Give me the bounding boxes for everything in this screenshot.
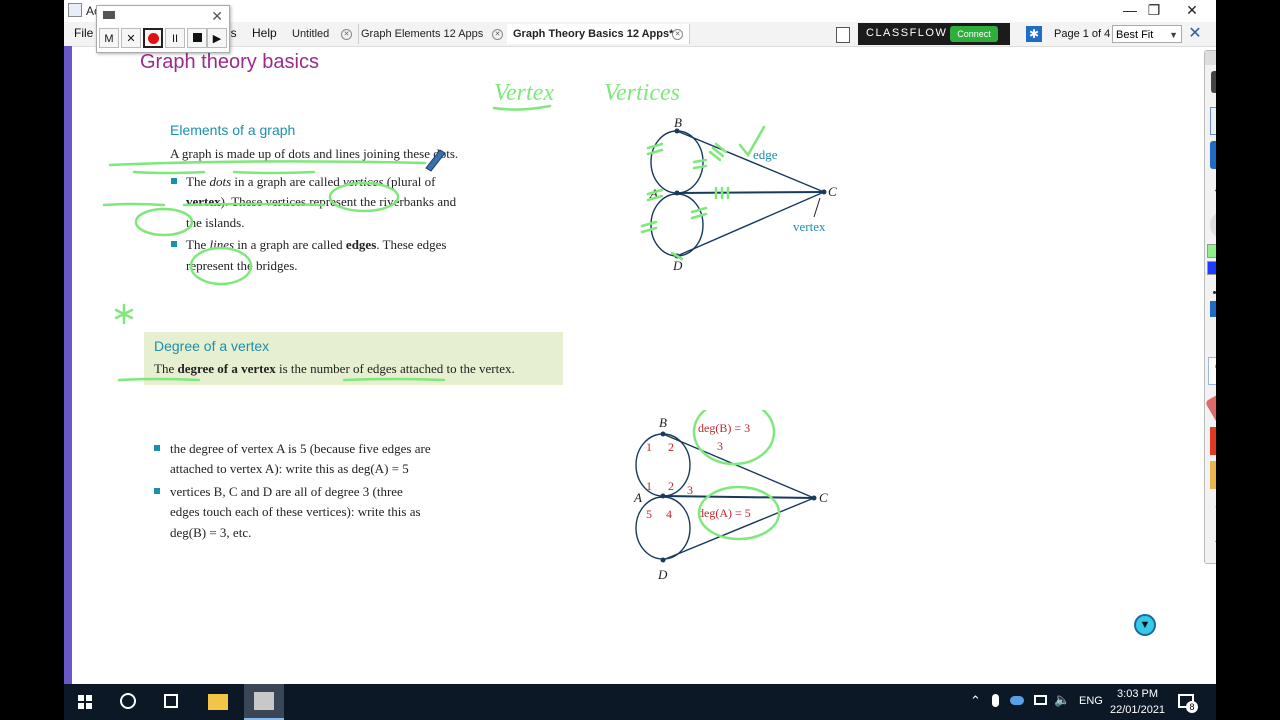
- select-arrow-icon[interactable]: ➤: [1210, 323, 1216, 351]
- undo-icon[interactable]: ↶: [1210, 529, 1216, 557]
- clock-time: 3:03 PM: [1117, 688, 1159, 700]
- recorder-close-button[interactable]: ✕: [211, 8, 223, 25]
- eraser-icon[interactable]: [1204, 387, 1216, 427]
- volume-icon[interactable]: 🔈: [1054, 692, 1070, 708]
- cloud-icon[interactable]: [1010, 696, 1024, 705]
- pen-size-small-icon[interactable]: [1213, 291, 1216, 294]
- screen-recorder-panel: ✕ M ✕ II ▶: [96, 5, 230, 53]
- color-blue-swatch[interactable]: [1207, 261, 1216, 275]
- language-indicator[interactable]: ENG: [1079, 695, 1103, 707]
- ink-annotations: Vertex Vertices: [102, 80, 680, 382]
- network-icon[interactable]: [1034, 695, 1047, 705]
- pause-button[interactable]: II: [165, 28, 185, 48]
- notification-count: 8: [1186, 701, 1198, 713]
- task-view-icon[interactable]: [164, 694, 178, 708]
- handwritten-word-1: Vertex: [494, 80, 554, 106]
- activinspire-taskbar-icon[interactable]: [244, 684, 284, 720]
- search-icon[interactable]: [120, 693, 136, 709]
- shape-icon[interactable]: [1210, 427, 1216, 455]
- stop-button[interactable]: [187, 28, 207, 48]
- record-icon: [147, 33, 159, 44]
- file-explorer-icon[interactable]: [208, 694, 228, 710]
- color-green-swatch[interactable]: [1207, 244, 1216, 258]
- expand-toolbox-icon[interactable]: ▼: [1134, 614, 1156, 636]
- recorder-camera-icon: [103, 11, 115, 19]
- microphone-icon[interactable]: [992, 694, 999, 707]
- handwriting-icon[interactable]: [1210, 141, 1216, 169]
- chevron-up-icon[interactable]: ⌃: [970, 693, 981, 709]
- windows-start-icon[interactable]: [78, 695, 92, 709]
- previous-page-icon[interactable]: ⇦: [1210, 177, 1216, 205]
- taskbar: ⌃ 🔈 ENG 3:03 PM 22/01/2021 8: [64, 684, 1216, 720]
- recorder-x-button[interactable]: ✕: [121, 28, 141, 48]
- flask-icon[interactable]: ⚗: [1210, 495, 1216, 523]
- share-icon[interactable]: [1211, 71, 1216, 93]
- clock[interactable]: 3:03 PM 22/01/2021: [1110, 686, 1165, 718]
- activinspire-icon: [254, 692, 274, 710]
- handwritten-word-2: Vertices: [604, 80, 680, 106]
- recorder-m-button[interactable]: M: [99, 28, 119, 48]
- clapper-icon[interactable]: [1210, 461, 1216, 489]
- play-button[interactable]: ▶: [207, 28, 227, 48]
- stop-icon: [192, 33, 202, 42]
- play-icon[interactable]: [1210, 211, 1216, 239]
- width-slider-handle[interactable]: [1210, 301, 1216, 317]
- pen-icon[interactable]: ✎: [1208, 357, 1216, 385]
- page-browser-icon[interactable]: [1210, 107, 1216, 135]
- clock-date: 22/01/2021: [1110, 704, 1166, 716]
- tools-palette: ⇦ ⇨ ➤ ✖ ✎ ✐ ✒ T ⚗ ↻ ↶ ↷: [1204, 50, 1216, 564]
- palette-header: [1205, 51, 1216, 65]
- record-button[interactable]: [143, 28, 163, 48]
- application-window: Ac — ❐ ✕ File ls Help Untitled ✕ Graph El…: [64, 0, 1216, 684]
